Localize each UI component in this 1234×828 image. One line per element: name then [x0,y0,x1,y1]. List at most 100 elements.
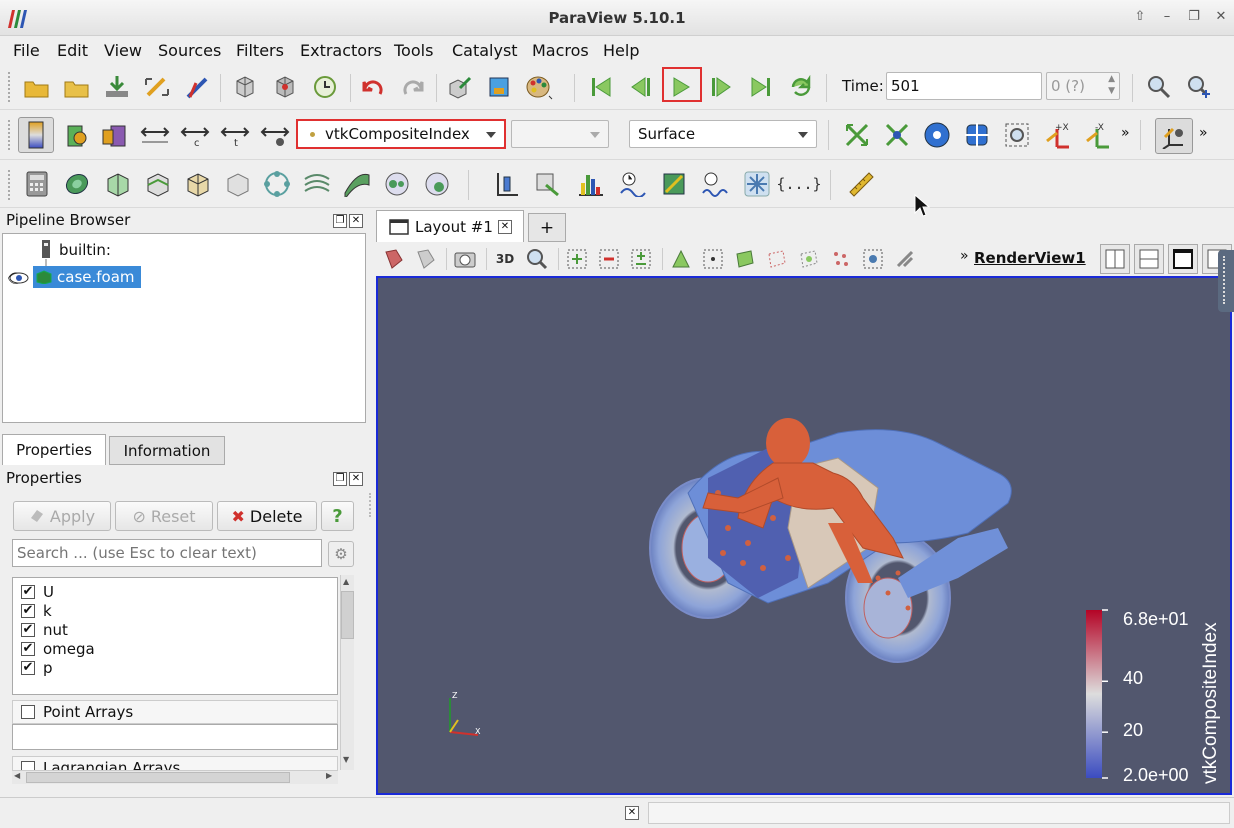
deselect-icon[interactable] [594,244,624,274]
open-icon[interactable] [22,72,52,102]
h-scrollbar-thumb[interactable] [26,772,290,783]
more-tools-icon[interactable]: » [1121,125,1130,141]
spinner-arrows-icon[interactable]: ▲ ▼ [1108,73,1115,97]
rescale-visible-icon[interactable] [260,120,290,150]
slice-icon[interactable] [142,169,172,199]
more-tools-icon[interactable]: » [1199,125,1208,141]
zoom-icon[interactable] [522,244,552,274]
edit-color-map-icon[interactable] [60,120,90,150]
rescale-custom-range-icon[interactable]: c [180,120,210,150]
split-horizontal-icon[interactable] [1100,244,1130,274]
loop-icon[interactable] [786,72,816,102]
connect-icon[interactable] [142,72,172,102]
case-foam-item[interactable]: case.foam [33,266,141,288]
redo-cam-icon[interactable] [270,72,300,102]
time-input[interactable]: 501 [886,72,1042,100]
plot-over-line-icon[interactable] [492,169,522,199]
ruler-icon[interactable] [846,169,876,199]
help-button[interactable]: ? [321,501,354,531]
dock-handle[interactable] [1218,250,1234,312]
temporal-statistics-icon[interactable] [700,169,730,199]
last-frame-icon[interactable] [746,72,776,102]
undo-icon[interactable] [358,72,388,102]
more-tools-icon[interactable]: » [960,248,969,264]
grow-selection-icon[interactable] [626,244,656,274]
add-layout-button[interactable]: + [528,213,566,242]
render-view-name[interactable]: RenderView1 [974,249,1086,267]
toggle-3d-button[interactable]: 3D [490,244,520,274]
color-component-select[interactable] [511,120,609,148]
splitter-handle[interactable] [369,493,371,517]
float-panel-icon[interactable]: ❐ [333,214,347,228]
menu-tools[interactable]: Tools [394,41,433,60]
set-view-minus-x-icon[interactable]: -X [1082,120,1112,150]
warp-by-vector-icon[interactable] [342,169,372,199]
zoom-closest-icon[interactable] [1184,72,1214,102]
capture-screenshot-icon[interactable] [450,244,480,274]
reset-button[interactable]: ⊘ Reset [115,501,213,531]
checkbox-nut[interactable]: ✔ [21,623,35,637]
float-panel-icon[interactable]: ❐ [333,472,347,486]
select-frustum-icon[interactable] [730,244,760,274]
stream-tracer-icon[interactable] [302,169,332,199]
tab-layout-1[interactable]: Layout #1 ✕ [376,210,524,242]
menu-view[interactable]: View [104,41,142,60]
restore-icon[interactable]: ❐ [1185,8,1203,26]
group-datasets-icon[interactable] [382,169,412,199]
checkbox-k[interactable]: ✔ [21,604,35,618]
python-script-icon[interactable]: {...} [776,169,821,199]
menu-catalyst[interactable]: Catalyst [452,41,518,60]
close-panel-icon[interactable]: ✕ [349,214,363,228]
calculator-icon[interactable] [22,169,52,199]
scroll-left-icon[interactable]: ◀ [14,771,20,780]
contour-icon[interactable] [62,169,92,199]
tab-properties[interactable]: Properties [2,434,106,465]
first-frame-icon[interactable] [586,72,616,102]
select-surface-cells-icon[interactable] [666,244,696,274]
set-view-plus-x-icon[interactable]: +X [1042,120,1072,150]
show-orientation-axes-icon[interactable] [1155,118,1193,154]
previous-frame-icon[interactable] [626,72,656,102]
plot-selection-icon[interactable] [532,169,562,199]
horizontal-scrollbar[interactable]: ◀ ▶ [12,770,338,784]
scroll-right-icon[interactable]: ▶ [326,771,332,780]
zoom-to-box-icon[interactable] [922,120,952,150]
split-vertical-icon[interactable] [1134,244,1164,274]
rescale-temporal-icon[interactable]: t [220,120,250,150]
zoom-box-icon[interactable] [1002,120,1032,150]
menu-file[interactable]: File [13,41,40,60]
timestep-spinner[interactable]: 0 (?) ▲ ▼ [1046,72,1120,100]
select-cells-icon[interactable] [562,244,592,274]
reset-color-range-icon[interactable] [100,120,130,150]
redo-icon[interactable] [398,72,428,102]
checkbox-U[interactable]: ✔ [21,585,35,599]
menu-macros[interactable]: Macros [532,41,589,60]
reset-camera-icon[interactable] [842,120,872,150]
rescale-custom-icon[interactable] [140,120,170,150]
threshold-icon[interactable] [182,169,212,199]
maximize-view-icon[interactable] [1168,244,1198,274]
menu-edit[interactable]: Edit [57,41,88,60]
representation-select[interactable]: Surface [629,120,817,148]
menu-help[interactable]: Help [603,41,639,60]
scroll-down-icon[interactable]: ▼ [343,755,349,764]
properties-search-input[interactable] [12,539,322,567]
select-blocks-icon[interactable] [794,244,824,274]
scrollbar-thumb[interactable] [341,591,354,639]
gear-icon[interactable]: ⚙ [328,541,354,567]
extract-subset-icon[interactable] [222,169,252,199]
menu-sources[interactable]: Sources [158,41,221,60]
save-data-icon[interactable] [102,72,132,102]
shade-icon[interactable]: ⇧ [1131,8,1149,26]
minimize-icon[interactable]: – [1158,8,1176,26]
pick-center-icon[interactable] [962,120,992,150]
palette-icon[interactable] [524,72,554,102]
select-surface-points-icon[interactable] [698,244,728,274]
snowflake-icon[interactable] [742,169,772,199]
undo-cam-icon[interactable] [230,72,260,102]
close-panel-icon[interactable]: ✕ [349,472,363,486]
extract-level-icon[interactable] [422,169,452,199]
checkbox-point-arrays[interactable] [21,705,35,719]
tab-information[interactable]: Information [109,436,225,465]
clip-icon[interactable] [102,169,132,199]
